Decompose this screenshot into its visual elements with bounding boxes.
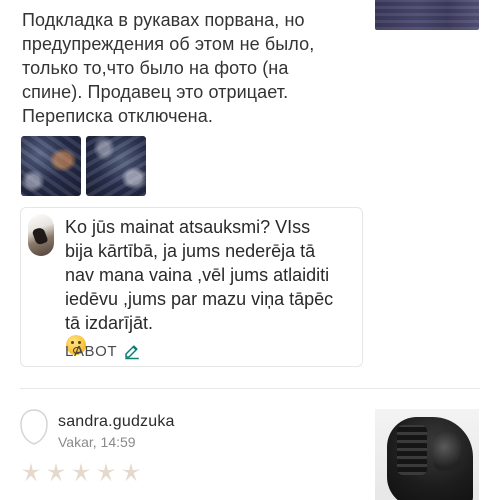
- review-text-line: спине). Продавец это отрицает.: [22, 82, 289, 102]
- reply-text-line: tā izdarījāt.: [65, 313, 154, 333]
- product-thumbnail-bottom[interactable]: [375, 409, 479, 500]
- review-text-line: Переписка отключена.: [22, 106, 213, 126]
- seller-avatar: [28, 214, 54, 256]
- review-text-line: предупреждения об этом не было,: [22, 34, 315, 54]
- divider: [20, 388, 480, 389]
- reply-text-line: Ko jūs mainat atsauksmi? VIss: [65, 217, 311, 237]
- reply-text-line: nav mana vaina ,vēl jums atlaiditi: [65, 265, 330, 285]
- star-icon: [121, 462, 141, 482]
- review-text-line: только то,что было на фото (на: [22, 58, 289, 78]
- review-text-line: Подкладка в рукавах порвана, но: [22, 10, 305, 30]
- boot-image: [387, 417, 473, 500]
- review-text: Подкладка в рукавах порвана, но предупре…: [22, 8, 352, 128]
- review-photo-2[interactable]: [86, 136, 146, 196]
- review-username[interactable]: sandra.gudzuka: [58, 413, 175, 431]
- reply-text-line: bija kārtībā, ja jums nederēja tā: [65, 241, 316, 261]
- star-icon: [46, 462, 66, 482]
- pencil-icon: [125, 345, 139, 360]
- edit-label: LABOT: [65, 342, 118, 360]
- seller-reply-text: Ko jūs mainat atsauksmi? VIss bija kārtī…: [65, 215, 361, 355]
- user-avatar-icon[interactable]: [20, 408, 48, 446]
- star-icon: [96, 462, 116, 482]
- star-icon: [21, 462, 41, 482]
- star-icon: [71, 462, 91, 482]
- edit-reply-link[interactable]: LABOT: [65, 341, 141, 361]
- reply-text-line: iedēvu ,jums par mazu viņa tāpēc: [65, 289, 334, 309]
- review-photo-1[interactable]: [21, 136, 81, 196]
- seller-reply-box: Ko jūs mainat atsauksmi? VIss bija kārtī…: [20, 207, 363, 367]
- review-timestamp: Vakar, 14:59: [58, 434, 136, 450]
- product-thumbnail-top[interactable]: [375, 0, 479, 30]
- rating-stars: [20, 462, 142, 484]
